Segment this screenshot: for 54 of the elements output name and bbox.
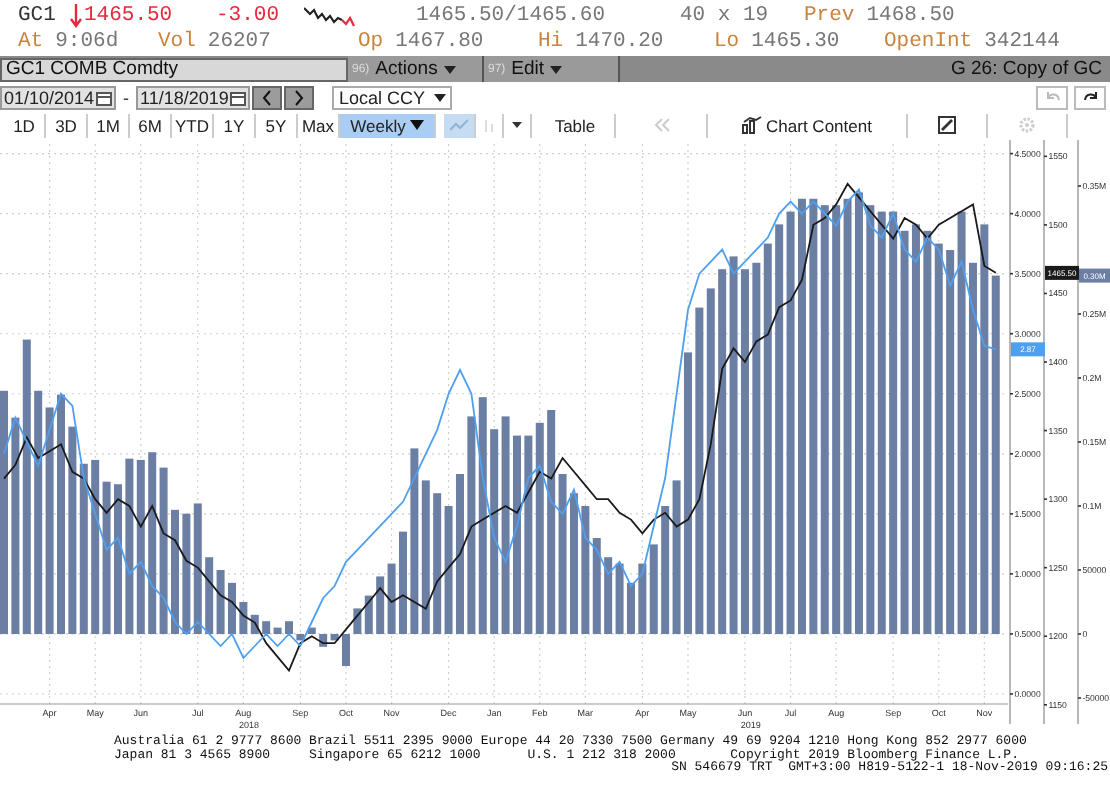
bid-ask: 1465.50/1465.60 (416, 3, 608, 27)
stat-label: Hi (538, 29, 564, 53)
last-price: 1465.50 (84, 3, 175, 27)
next-button[interactable] (284, 85, 315, 109)
period-button[interactable]: Max (298, 113, 340, 137)
stat-value: 1465.30 (751, 29, 840, 53)
caret-icon (434, 93, 447, 101)
stat-value: 1468.50 (866, 3, 955, 27)
undo-icon (1043, 89, 1061, 105)
date-text: 01/10/2014 (4, 87, 95, 107)
caret-icon (409, 120, 424, 130)
line-chart-icon (450, 118, 468, 132)
caret-icon (512, 122, 522, 128)
quote-size: 40 x 19 (680, 3, 771, 27)
page-title: G 26: Copy of GC (950, 58, 1104, 80)
security-field[interactable]: GC1 COMB Comdty (0, 57, 348, 81)
redo-icon (1081, 89, 1099, 105)
stat-label: OpenInt (884, 29, 973, 53)
ticker-symbol: GC1 (18, 3, 56, 27)
stat-value: 1467.80 (395, 29, 484, 53)
pencil-icon (938, 116, 956, 134)
calendar-icon[interactable] (230, 89, 247, 105)
stat-value: 26207 (207, 29, 271, 53)
stat-value: 1470.20 (575, 29, 664, 53)
date-text: 11/18/2019 (140, 87, 229, 107)
chevron-left-icon (262, 89, 273, 105)
calendar-icon[interactable] (96, 89, 113, 105)
settings-icon (1018, 116, 1036, 134)
caret-icon (550, 65, 563, 73)
frequency-dropdown[interactable]: Weekly (340, 113, 436, 137)
date-separator: - (121, 87, 132, 107)
chart-icon (742, 116, 763, 134)
price-change: -3.00 (216, 3, 282, 27)
stat-label: Op (358, 29, 384, 53)
currency-text: Local CCY (338, 87, 425, 107)
stat-label: At (18, 29, 44, 53)
stat-label: Lo (714, 29, 740, 53)
currency-dropdown[interactable]: Local CCY (332, 85, 453, 109)
stat-value: 9:06d (55, 29, 119, 53)
stat-value: 342144 (984, 29, 1060, 53)
menu-label: Actions (375, 58, 438, 80)
bars-icon (482, 117, 496, 133)
caret-icon (443, 65, 456, 73)
stat-label: Prev (804, 3, 855, 27)
double-chevron-icon (653, 118, 669, 132)
period-button[interactable]: YTD (172, 113, 214, 137)
stat-label: Vol (158, 29, 196, 53)
end-date-field[interactable]: 11/18/2019 (136, 85, 251, 109)
start-date-field[interactable]: 01/10/2014 (0, 85, 117, 109)
previous-button[interactable] (252, 85, 283, 109)
redo-button[interactable] (1074, 85, 1106, 109)
sparkline-icon (304, 3, 356, 27)
menu-label: Edit (511, 58, 545, 80)
chevron-right-icon (294, 89, 305, 105)
